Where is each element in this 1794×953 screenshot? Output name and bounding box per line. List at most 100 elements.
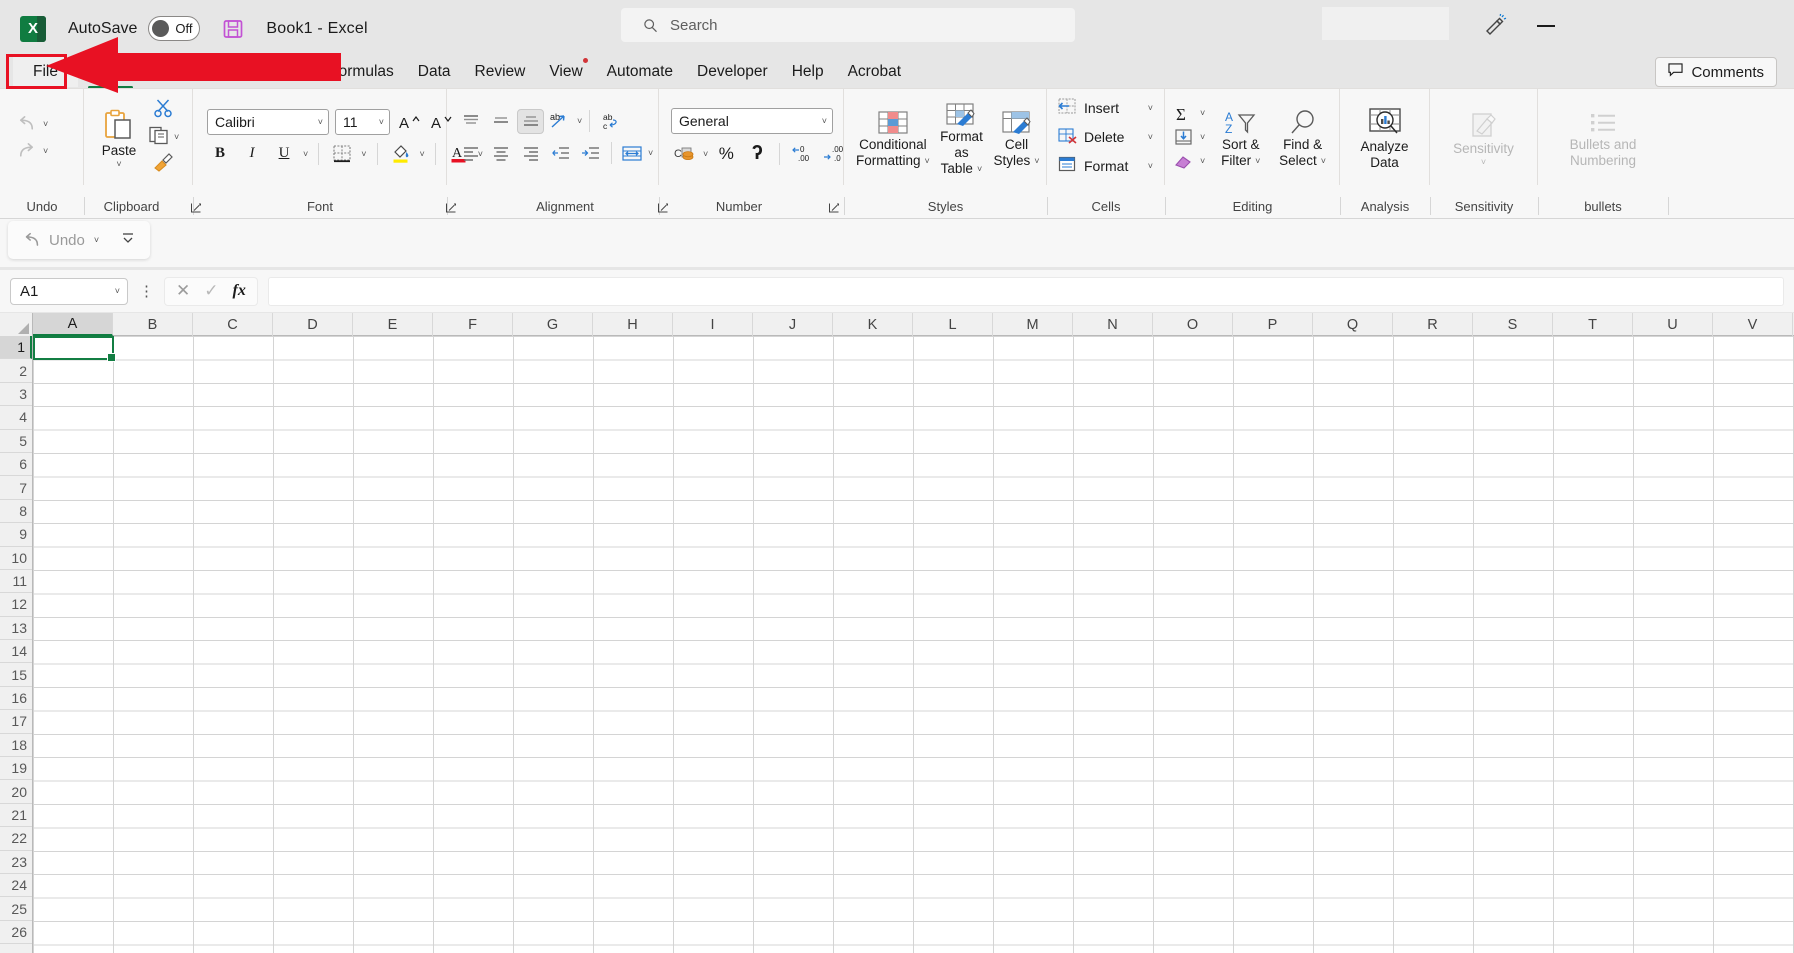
save-icon[interactable]	[222, 18, 244, 40]
column-header-B[interactable]: B	[113, 313, 193, 336]
column-header-I[interactable]: I	[673, 313, 753, 336]
row-header-17[interactable]: 17	[0, 710, 32, 734]
name-box-chevron-down-icon[interactable]: ˅	[115, 286, 120, 296]
active-cell-selection[interactable]	[33, 336, 116, 362]
paste-button[interactable]: Paste ˅	[90, 105, 148, 170]
clear-button[interactable]: ˅	[1173, 152, 1205, 171]
underline-button[interactable]: U	[271, 142, 297, 166]
increase-font-size-button[interactable]: A	[396, 110, 422, 134]
column-header-E[interactable]: E	[353, 313, 433, 336]
row-header-1[interactable]: 1	[0, 336, 32, 360]
search-box[interactable]: Search	[621, 8, 1075, 42]
column-header-C[interactable]: C	[193, 313, 273, 336]
tab-review[interactable]: Review	[463, 59, 538, 85]
column-header-F[interactable]: F	[433, 313, 513, 336]
column-header-G[interactable]: G	[513, 313, 593, 336]
undo-dropdown-icon[interactable]: ˅	[43, 119, 48, 129]
column-header-O[interactable]: O	[1153, 313, 1233, 336]
autosave-toggle[interactable]: Off	[148, 16, 201, 41]
column-header-Q[interactable]: Q	[1313, 313, 1393, 336]
cut-button[interactable]	[153, 98, 175, 123]
column-header-U[interactable]: U	[1633, 313, 1713, 336]
orientation-icon[interactable]: ab	[547, 109, 574, 134]
tab-formulas[interactable]: Formulas	[317, 59, 406, 85]
row-header-13[interactable]: 13	[0, 617, 32, 641]
tab-file[interactable]: File	[13, 56, 78, 87]
align-center-icon[interactable]	[487, 141, 514, 166]
name-box[interactable]: A1 ˅	[10, 277, 128, 305]
column-header-N[interactable]: N	[1073, 313, 1153, 336]
format-cells-button[interactable]: Format ˅	[1057, 155, 1153, 178]
font-size-chevron-down-icon[interactable]: ˅	[379, 117, 384, 127]
accounting-format-icon[interactable]: C	[671, 141, 698, 166]
comma-style-button[interactable]: ʔ	[744, 142, 770, 166]
column-header-V[interactable]: V	[1713, 313, 1793, 336]
tab-developer[interactable]: Developer	[685, 59, 780, 85]
enter-icon[interactable]: ✓	[204, 281, 218, 301]
qat-undo-button[interactable]: Undo	[22, 232, 85, 249]
row-header-3[interactable]: 3	[0, 383, 32, 407]
row-header-21[interactable]: 21	[0, 804, 32, 828]
format-cells-dropdown-icon[interactable]: ˅	[1148, 161, 1153, 171]
qat-undo-dropdown-icon[interactable]: ˅	[94, 235, 99, 245]
row-header-10[interactable]: 10	[0, 547, 32, 570]
delete-cells-button[interactable]: Delete ˅	[1057, 126, 1153, 149]
bullets-and-numbering-button[interactable]: Bullets and Numbering	[1547, 105, 1659, 169]
insert-cells-button[interactable]: Insert ˅	[1057, 97, 1153, 120]
minimize-button[interactable]	[1534, 14, 1559, 36]
copy-icon[interactable]	[148, 125, 170, 150]
tab-data[interactable]: Data	[406, 59, 463, 85]
number-dialog-launcher[interactable]	[828, 201, 840, 213]
row-header-14[interactable]: 14	[0, 640, 32, 664]
paste-dropdown-icon[interactable]: ˅	[116, 159, 121, 170]
borders-icon[interactable]	[329, 142, 355, 166]
row-header-16[interactable]: 16	[0, 687, 32, 711]
tab-insert[interactable]: Insert	[143, 59, 206, 85]
quick-access-overflow[interactable]	[1322, 7, 1449, 40]
align-left-icon[interactable]	[457, 141, 484, 166]
column-header-L[interactable]: L	[913, 313, 993, 336]
tab-home[interactable]: Home	[78, 59, 143, 89]
row-header-15[interactable]: 15	[0, 663, 32, 687]
row-header-18[interactable]: 18	[0, 734, 32, 758]
autosum-dropdown-icon[interactable]: ˅	[1200, 108, 1205, 118]
row-header-2[interactable]: 2	[0, 359, 32, 383]
tab-help[interactable]: Help	[780, 59, 836, 85]
row-header-26[interactable]: 26	[0, 921, 32, 945]
merge-center-icon[interactable]	[619, 141, 645, 166]
column-header-T[interactable]: T	[1553, 313, 1633, 336]
row-header-4[interactable]: 4	[0, 406, 32, 430]
column-header-A[interactable]: A	[33, 313, 113, 336]
align-top-icon[interactable]	[457, 109, 484, 134]
format-as-table-button[interactable]: Format as Table ˅	[934, 97, 989, 177]
conditional-formatting-dropdown-icon[interactable]: ˅	[925, 156, 930, 167]
row-header-11[interactable]: 11	[0, 570, 32, 594]
formula-input[interactable]	[267, 276, 1784, 306]
row-header-19[interactable]: 19	[0, 757, 32, 781]
orientation-dropdown-icon[interactable]: ˅	[577, 116, 582, 126]
tab-page-layout[interactable]: Page Layout	[206, 59, 317, 85]
sensitivity-dropdown-icon[interactable]: ˅	[1481, 157, 1486, 168]
row-header-24[interactable]: 24	[0, 874, 32, 898]
tab-acrobat[interactable]: Acrobat	[836, 59, 913, 85]
column-header-S[interactable]: S	[1473, 313, 1553, 336]
formula-bar-options-icon[interactable]: ⋮	[139, 282, 154, 300]
font-name-chevron-down-icon[interactable]: ˅	[318, 117, 323, 127]
column-header-D[interactable]: D	[273, 313, 353, 336]
conditional-formatting-button[interactable]: Conditional Formatting ˅	[856, 105, 930, 169]
select-all-corner[interactable]	[0, 313, 33, 336]
column-header-P[interactable]: P	[1233, 313, 1313, 336]
merge-center-dropdown-icon[interactable]: ˅	[648, 148, 653, 158]
row-header-23[interactable]: 23	[0, 851, 32, 874]
delete-cells-dropdown-icon[interactable]: ˅	[1148, 132, 1153, 142]
format-as-table-dropdown-icon[interactable]: ˅	[977, 164, 982, 175]
row-header-22[interactable]: 22	[0, 827, 32, 851]
row-header-9[interactable]: 9	[0, 523, 32, 547]
find-select-dropdown-icon[interactable]: ˅	[1321, 156, 1326, 167]
row-header-5[interactable]: 5	[0, 430, 32, 453]
row-header-12[interactable]: 12	[0, 593, 32, 617]
redo-dropdown-icon[interactable]: ˅	[43, 146, 48, 156]
align-bottom-icon[interactable]	[517, 108, 544, 134]
row-header-6[interactable]: 6	[0, 453, 32, 477]
align-right-icon[interactable]	[517, 141, 544, 166]
